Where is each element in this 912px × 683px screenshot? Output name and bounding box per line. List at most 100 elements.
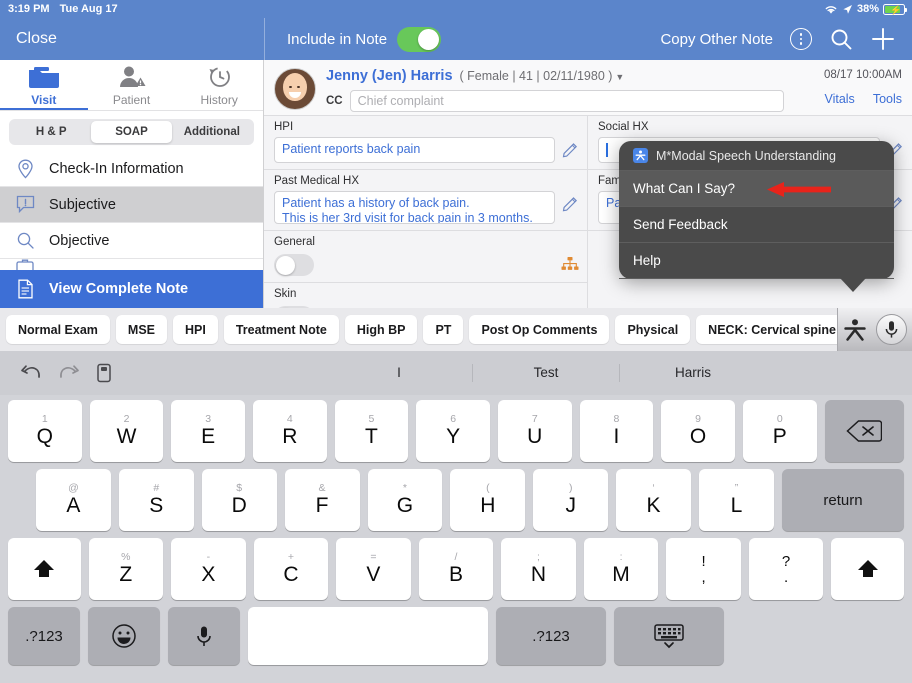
- key-dictation[interactable]: [168, 607, 240, 665]
- key-m[interactable]: : M: [583, 538, 659, 600]
- key-space[interactable]: [248, 607, 488, 665]
- key-label: E: [201, 425, 216, 448]
- key-e[interactable]: 3 E: [171, 400, 245, 462]
- key-comma[interactable]: ! ,: [666, 538, 741, 600]
- more-vertical-circle-icon[interactable]: [790, 28, 812, 50]
- key-alt-label: 5: [368, 412, 375, 425]
- suggestion-3[interactable]: Harris: [620, 364, 766, 382]
- segment-soap[interactable]: SOAP: [91, 121, 172, 143]
- key-f[interactable]: & F: [284, 469, 360, 531]
- suggestion-2[interactable]: Test: [473, 364, 620, 382]
- pencil-icon[interactable]: [562, 141, 579, 158]
- chief-complaint-input[interactable]: Chief complaint: [349, 90, 784, 112]
- pencil-icon[interactable]: [562, 195, 579, 212]
- status-bar: 3:19 PM Tue Aug 17 38% ⚡: [0, 0, 912, 18]
- vitals-button[interactable]: Vitals: [824, 92, 854, 106]
- mmodal-logo-icon[interactable]: [843, 318, 867, 342]
- tools-button[interactable]: Tools: [873, 92, 902, 106]
- general-toggle[interactable]: [274, 254, 314, 276]
- copy-other-note-button[interactable]: Copy Other Note: [660, 31, 773, 48]
- key-shift-right[interactable]: [831, 538, 904, 600]
- past-medical-hx-input[interactable]: Patient has a history of back pain. This…: [274, 191, 555, 224]
- key-q[interactable]: 1 Q: [8, 400, 82, 462]
- predictive-text-bar: I Test Harris: [0, 351, 912, 395]
- key-label: O: [689, 425, 707, 448]
- key-v[interactable]: = V: [336, 538, 411, 600]
- edit-actions-group: [0, 363, 180, 383]
- key-i[interactable]: 8 I: [579, 400, 654, 462]
- key-k[interactable]: ‘ K: [616, 469, 691, 531]
- macro-button-treatment-note[interactable]: Treatment Note: [223, 315, 339, 344]
- redo-icon[interactable]: [58, 363, 80, 383]
- key-label: L: [730, 494, 743, 517]
- key-p[interactable]: 0 P: [742, 400, 817, 462]
- menu-item-what-can-i-say[interactable]: What Can I Say?: [619, 171, 894, 207]
- key-y[interactable]: 6 Y: [416, 400, 490, 462]
- key-z[interactable]: % Z: [88, 538, 164, 600]
- menu-item-help[interactable]: Help: [619, 243, 894, 279]
- include-in-note-toggle[interactable]: [397, 26, 442, 52]
- key-b[interactable]: / B: [418, 538, 494, 600]
- macro-button-mse[interactable]: MSE: [115, 315, 167, 344]
- segment-additional[interactable]: Additional: [172, 121, 252, 143]
- macro-button-post-op-comments[interactable]: Post Op Comments: [469, 315, 610, 344]
- macro-button-physical[interactable]: Physical: [615, 315, 691, 344]
- patient-name[interactable]: Jenny (Jen) Harris: [326, 68, 453, 84]
- close-button[interactable]: Close: [16, 30, 57, 48]
- key-backspace[interactable]: [824, 400, 905, 462]
- sidebar-item-label: Subjective: [49, 196, 116, 213]
- key-shift-left[interactable]: [8, 538, 81, 600]
- sidebar-tab-patient[interactable]: Patient: [88, 60, 176, 110]
- key-g[interactable]: * G: [367, 469, 443, 531]
- key-return[interactable]: return: [781, 469, 905, 531]
- mmodal-menu-header: M*Modal Speech Understanding: [619, 141, 894, 171]
- hierarchy-icon[interactable]: [561, 256, 579, 272]
- microphone-button[interactable]: [876, 314, 908, 345]
- sidebar-tab-history[interactable]: History: [175, 60, 263, 110]
- macro-button-hpi[interactable]: HPI: [173, 315, 218, 344]
- key-hide-keyboard[interactable]: [614, 607, 724, 665]
- sidebar-item-objective[interactable]: Objective: [0, 223, 263, 259]
- key-h[interactable]: ( H: [450, 469, 526, 531]
- sidebar-item-view-complete-note[interactable]: View Complete Note: [0, 270, 263, 308]
- menu-item-label: What Can I Say?: [633, 181, 736, 196]
- key-n[interactable]: ; N: [501, 538, 576, 600]
- key-w[interactable]: 2 W: [89, 400, 164, 462]
- key-l[interactable]: ” L: [699, 469, 774, 531]
- menu-item-send-feedback[interactable]: Send Feedback: [619, 207, 894, 243]
- undo-icon[interactable]: [20, 363, 42, 383]
- key-c[interactable]: + C: [253, 538, 329, 600]
- key-label: X: [201, 563, 216, 586]
- key-numbers-left[interactable]: .?123: [8, 607, 80, 665]
- key-period[interactable]: ? .: [748, 538, 824, 600]
- sidebar-item-check-in-information[interactable]: Check-In Information: [0, 151, 263, 187]
- key-r[interactable]: 4 R: [252, 400, 327, 462]
- segment-hp[interactable]: H & P: [11, 121, 91, 143]
- key-a[interactable]: @ A: [36, 469, 111, 531]
- field-past-medical-hx: Past Medical HX Patient has a history of…: [264, 170, 587, 231]
- map-pin-icon: [14, 158, 36, 180]
- plus-icon[interactable]: [870, 26, 896, 52]
- key-x[interactable]: - X: [171, 538, 246, 600]
- key-u[interactable]: 7 U: [497, 400, 572, 462]
- key-emoji[interactable]: [88, 607, 160, 665]
- hpi-input[interactable]: Patient reports back pain: [274, 137, 555, 163]
- key-alt-label: !: [701, 552, 706, 570]
- chevron-down-icon[interactable]: ▼: [615, 72, 624, 82]
- key-s[interactable]: # S: [118, 469, 194, 531]
- suggestion-1[interactable]: I: [326, 364, 473, 382]
- clipboard-icon[interactable]: [96, 363, 112, 383]
- key-d[interactable]: $ D: [201, 469, 277, 531]
- key-t[interactable]: 5 T: [334, 400, 409, 462]
- macro-button-high-bp[interactable]: High BP: [344, 315, 418, 344]
- emoji-smiley-icon: [112, 624, 136, 648]
- sidebar-tab-patient-label: Patient: [112, 92, 151, 107]
- macro-button-pt[interactable]: PT: [423, 315, 464, 344]
- key-o[interactable]: 9 O: [661, 400, 735, 462]
- key-j[interactable]: ) J: [533, 469, 609, 531]
- sidebar-item-subjective[interactable]: Subjective: [0, 187, 263, 223]
- key-numbers-right[interactable]: .?123: [496, 607, 606, 665]
- search-icon[interactable]: [829, 27, 853, 51]
- macro-button-normal-exam[interactable]: Normal Exam: [6, 315, 110, 344]
- sidebar-tab-visit[interactable]: Visit: [0, 60, 88, 110]
